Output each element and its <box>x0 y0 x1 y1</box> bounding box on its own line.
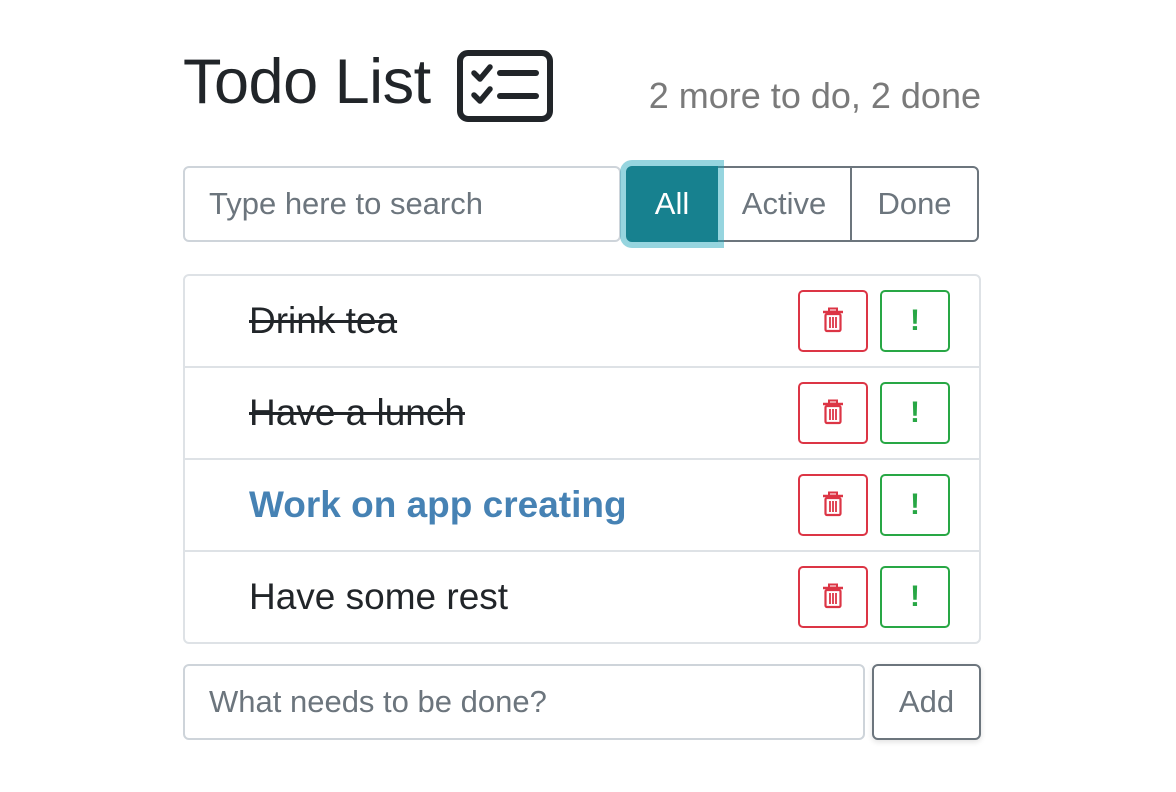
todo-item: Have a lunch ! <box>185 368 979 460</box>
delete-button[interactable] <box>798 474 868 536</box>
trash-icon <box>822 583 844 612</box>
exclamation-icon: ! <box>910 488 920 521</box>
search-input[interactable] <box>183 166 621 242</box>
mark-important-button[interactable]: ! <box>880 474 950 536</box>
delete-button[interactable] <box>798 566 868 628</box>
delete-button[interactable] <box>798 290 868 352</box>
new-todo-input[interactable] <box>183 664 865 740</box>
todo-item-label[interactable]: Have a lunch <box>249 392 465 434</box>
todo-list: Drink tea ! Have a lunch ! Work on app c… <box>183 274 981 644</box>
filter-active-button[interactable]: Active <box>716 166 852 242</box>
trash-icon <box>822 491 844 520</box>
exclamation-icon: ! <box>910 396 920 429</box>
todo-app: Todo List 2 more to do, 2 done All Activ… <box>183 48 981 740</box>
mark-important-button[interactable]: ! <box>880 290 950 352</box>
todo-item-label[interactable]: Work on app creating <box>249 484 627 526</box>
search-panel: All Active Done <box>183 166 981 242</box>
checklist-icon <box>457 50 553 122</box>
mark-important-button[interactable]: ! <box>880 566 950 628</box>
page-title: Todo List <box>183 47 431 117</box>
todo-count-status: 2 more to do, 2 done <box>648 75 981 116</box>
trash-icon <box>822 307 844 336</box>
add-item-form: Add <box>183 664 981 740</box>
todo-item-label[interactable]: Drink tea <box>249 300 397 342</box>
filter-done-button[interactable]: Done <box>850 166 979 242</box>
filter-all-button[interactable]: All <box>626 166 718 242</box>
todo-item: Drink tea ! <box>185 276 979 368</box>
app-header: Todo List 2 more to do, 2 done <box>183 48 981 148</box>
delete-button[interactable] <box>798 382 868 444</box>
todo-item: Have some rest ! <box>185 552 979 642</box>
status-filter: All Active Done <box>626 166 981 242</box>
todo-item: Work on app creating ! <box>185 460 979 552</box>
todo-item-label[interactable]: Have some rest <box>249 576 508 618</box>
add-button[interactable]: Add <box>872 664 981 740</box>
trash-icon <box>822 399 844 428</box>
exclamation-icon: ! <box>910 304 920 337</box>
exclamation-icon: ! <box>910 580 920 613</box>
mark-important-button[interactable]: ! <box>880 382 950 444</box>
